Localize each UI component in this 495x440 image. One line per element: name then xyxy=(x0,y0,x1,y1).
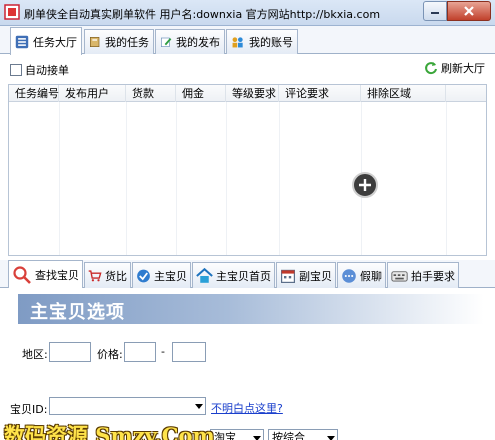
list-icon xyxy=(15,35,29,48)
tab-label: 货比 xyxy=(105,269,127,283)
tab-label: 我的任务 xyxy=(105,36,149,49)
add-button[interactable] xyxy=(352,172,378,198)
tab-main-item-home[interactable]: 主宝贝首页 xyxy=(192,262,275,288)
column-divider xyxy=(176,102,177,255)
chat-icon xyxy=(342,268,356,283)
calendar-icon xyxy=(281,269,295,283)
column-header[interactable]: 佣金 xyxy=(176,85,226,102)
chevron-down-icon xyxy=(327,436,335,440)
refresh-label: 刷新大厅 xyxy=(441,62,485,75)
column-header[interactable]: 排除区域 xyxy=(361,85,446,102)
tab-my-posts[interactable]: 我的发布 xyxy=(155,29,225,54)
tab-fake-chat[interactable]: 假聊 xyxy=(337,262,386,288)
column-divider xyxy=(226,102,227,255)
table-header: 任务编号 发布用户 货款 佣金 等级要求 评论要求 排除区域 xyxy=(9,85,486,102)
title-bar: 刷单侠全自动真实刷单软件 用户名:downxia 官方网站http://bkxi… xyxy=(0,0,495,26)
tab-label: 副宝贝 xyxy=(299,269,332,283)
column-header[interactable]: 货款 xyxy=(126,85,176,102)
tab-sub-item[interactable]: 副宝贝 xyxy=(276,262,336,288)
auto-accept-checkbox[interactable]: 自动接单 xyxy=(10,62,69,78)
users-icon xyxy=(232,37,243,48)
refresh-icon xyxy=(425,62,437,75)
section-banner: 主宝贝选项 xyxy=(18,294,484,324)
tab-find-item[interactable]: 查找宝贝 xyxy=(8,260,83,289)
region-input[interactable] xyxy=(49,342,91,362)
minimize-button[interactable] xyxy=(423,1,447,21)
tab-label: 拍手要求 xyxy=(411,269,455,283)
task-table[interactable]: 任务编号 发布用户 货款 佣金 等级要求 评论要求 排除区域 xyxy=(8,84,487,256)
column-divider xyxy=(59,102,60,255)
column-divider xyxy=(446,102,447,255)
tab-label: 我的账号 xyxy=(249,36,293,49)
minimize-icon xyxy=(431,12,439,14)
tab-label: 主宝贝首页 xyxy=(216,269,271,283)
keyboard-icon xyxy=(391,270,408,282)
tab-task-hall[interactable]: 任务大厅 xyxy=(10,27,82,55)
search-icon xyxy=(13,266,31,284)
check-icon xyxy=(137,269,150,282)
close-button[interactable] xyxy=(447,1,491,21)
price-range-dash: - xyxy=(161,345,165,358)
item-id-label: 宝贝ID: xyxy=(10,403,48,416)
window-title: 刷单侠全自动真实刷单软件 用户名:downxia 官方网站http://bkxi… xyxy=(24,8,381,21)
checkbox-box[interactable] xyxy=(10,64,22,76)
plus-icon xyxy=(359,179,371,191)
tab-my-tasks[interactable]: 我的任务 xyxy=(84,29,154,54)
column-header[interactable]: 评论要求 xyxy=(279,85,361,102)
close-icon xyxy=(464,6,474,16)
platform-dropdown[interactable]: 淘宝 xyxy=(210,429,264,440)
home-icon xyxy=(196,267,213,283)
refresh-hall-button[interactable]: 刷新大厅 xyxy=(421,56,485,80)
section-title: 主宝贝选项 xyxy=(30,302,125,323)
column-header[interactable]: 等级要求 xyxy=(226,85,279,102)
column-header[interactable]: 发布用户 xyxy=(59,85,126,102)
auto-accept-label: 自动接单 xyxy=(25,64,69,77)
book-icon xyxy=(90,37,100,47)
tab-label: 查找宝贝 xyxy=(35,269,79,282)
tab-order-requirements[interactable]: 拍手要求 xyxy=(387,262,459,288)
watermark: 数码资源 Smzy.Com xyxy=(4,423,215,440)
column-header[interactable]: 任务编号 xyxy=(9,85,59,102)
tab-label: 假聊 xyxy=(360,269,382,283)
help-link[interactable]: 不明白点这里? xyxy=(211,400,283,416)
tab-label: 任务大厅 xyxy=(33,35,77,49)
bottom-tab-bar: 查找宝贝 货比 主宝贝 主宝贝首页 副宝贝 假聊 拍手要求 xyxy=(0,260,495,289)
cart-icon xyxy=(88,269,102,281)
column-divider xyxy=(126,102,127,255)
edit-icon xyxy=(161,37,172,47)
sort-dropdown[interactable]: 按综合 xyxy=(268,429,338,440)
price-min-input[interactable] xyxy=(124,342,156,362)
price-label: 价格: xyxy=(97,348,123,361)
top-tab-bar: 任务大厅 我的任务 我的发布 我的账号 xyxy=(0,26,495,55)
region-label: 地区: xyxy=(22,348,48,361)
column-divider xyxy=(279,102,280,255)
tab-my-account[interactable]: 我的账号 xyxy=(226,29,298,54)
tab-main-item[interactable]: 主宝贝 xyxy=(132,262,191,288)
main-panel: 任务大厅 我的任务 我的发布 我的账号 自动接单 刷新大厅 任务编号 发布用户 … xyxy=(0,26,495,440)
item-id-dropdown[interactable] xyxy=(49,397,206,415)
tab-label: 主宝贝 xyxy=(154,269,187,283)
chevron-down-icon xyxy=(253,436,261,440)
tab-compare[interactable]: 货比 xyxy=(84,262,131,288)
app-icon xyxy=(4,4,20,20)
tab-label: 我的发布 xyxy=(176,36,220,49)
main-item-form: 主宝贝选项 地区: 价格: - 宝贝ID: 不明白点这里? 淘宝 按综合 数码资… xyxy=(0,288,495,440)
price-max-input[interactable] xyxy=(172,342,206,362)
chevron-down-icon xyxy=(195,404,203,409)
